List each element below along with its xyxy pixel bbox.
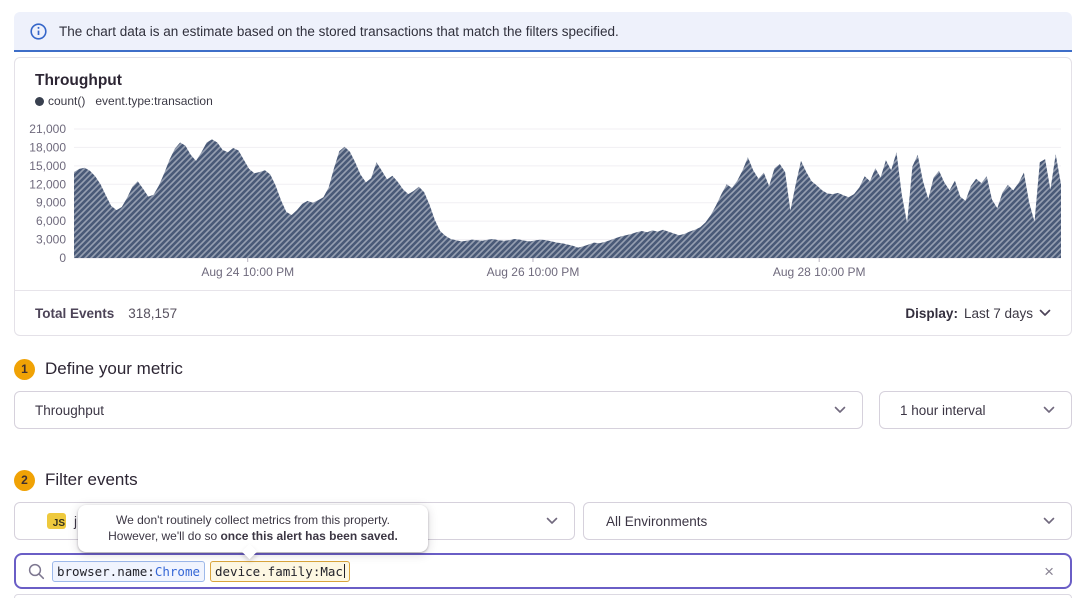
svg-text:21,000: 21,000	[29, 122, 66, 136]
legend-bullet-icon	[35, 97, 44, 106]
banner-text: The chart data is an estimate based on t…	[59, 24, 619, 39]
metrics-property-tooltip: We don't routinely collect metrics from …	[78, 505, 428, 552]
interval-select[interactable]: 1 hour interval	[879, 391, 1072, 429]
search-token-list: browser.name:Chrome device.family:Mac	[52, 561, 1033, 582]
filter-search-input[interactable]: browser.name:Chrome device.family:Mac ×	[14, 553, 1072, 589]
search-icon	[28, 563, 45, 580]
text-caret	[344, 564, 346, 578]
chevron-down-icon	[1043, 517, 1055, 525]
svg-text:3,000: 3,000	[36, 233, 66, 247]
total-events-value: 318,157	[128, 306, 177, 321]
throughput-chart: 0 3,000 6,000 9,000 12,000 15,000 18,000 21,000…	[15, 112, 1071, 290]
step-2-badge: 2	[14, 470, 35, 491]
chart-panel: Throughput count() event.type:transactio…	[14, 57, 1072, 336]
chart-footer: Total Events 318,157 Display: Last 7 day…	[15, 291, 1071, 335]
info-icon	[30, 23, 47, 40]
svg-text:18,000: 18,000	[29, 140, 66, 154]
metric-select[interactable]: Throughput	[14, 391, 863, 429]
step-1-badge: 1	[14, 359, 35, 380]
svg-text:15,000: 15,000	[29, 159, 66, 173]
clear-search-icon[interactable]: ×	[1040, 561, 1058, 582]
environment-select[interactable]: All Environments	[583, 502, 1072, 540]
section-filter-events: 2 Filter events	[14, 467, 1072, 493]
total-events-label: Total Events	[35, 306, 114, 321]
search-token-browser-name[interactable]: browser.name:Chrome	[52, 561, 205, 582]
svg-text:9,000: 9,000	[36, 196, 66, 210]
info-banner: The chart data is an estimate based on t…	[14, 12, 1072, 52]
chart-legend: count() event.type:transaction	[35, 94, 1071, 108]
search-token-device-family[interactable]: device.family:Mac	[210, 561, 350, 582]
next-panel-top-edge	[14, 594, 1072, 598]
filter-events-title: Filter events	[45, 470, 138, 490]
svg-text:12,000: 12,000	[29, 177, 66, 191]
svg-text:Aug 28 10:00 PM: Aug 28 10:00 PM	[773, 265, 866, 279]
chevron-down-icon	[1043, 406, 1055, 414]
svg-text:Aug 24 10:00 PM: Aug 24 10:00 PM	[201, 265, 294, 279]
chevron-down-icon	[834, 406, 846, 414]
legend-series: count()	[35, 94, 85, 108]
chart-title: Throughput	[35, 72, 1071, 90]
section-define-metric: 1 Define your metric	[14, 356, 1072, 382]
legend-query: event.type:transaction	[95, 94, 212, 108]
javascript-platform-icon: JS	[47, 513, 66, 529]
display-period-dropdown[interactable]: Display: Last 7 days	[905, 306, 1051, 321]
svg-text:6,000: 6,000	[36, 214, 66, 228]
svg-text:Aug 26 10:00 PM: Aug 26 10:00 PM	[487, 265, 580, 279]
svg-text:0: 0	[59, 251, 66, 265]
define-metric-title: Define your metric	[45, 359, 183, 379]
alert-builder-page: The chart data is an estimate based on t…	[0, 0, 1086, 598]
chevron-down-icon	[1039, 309, 1051, 317]
chevron-down-icon	[546, 517, 558, 525]
